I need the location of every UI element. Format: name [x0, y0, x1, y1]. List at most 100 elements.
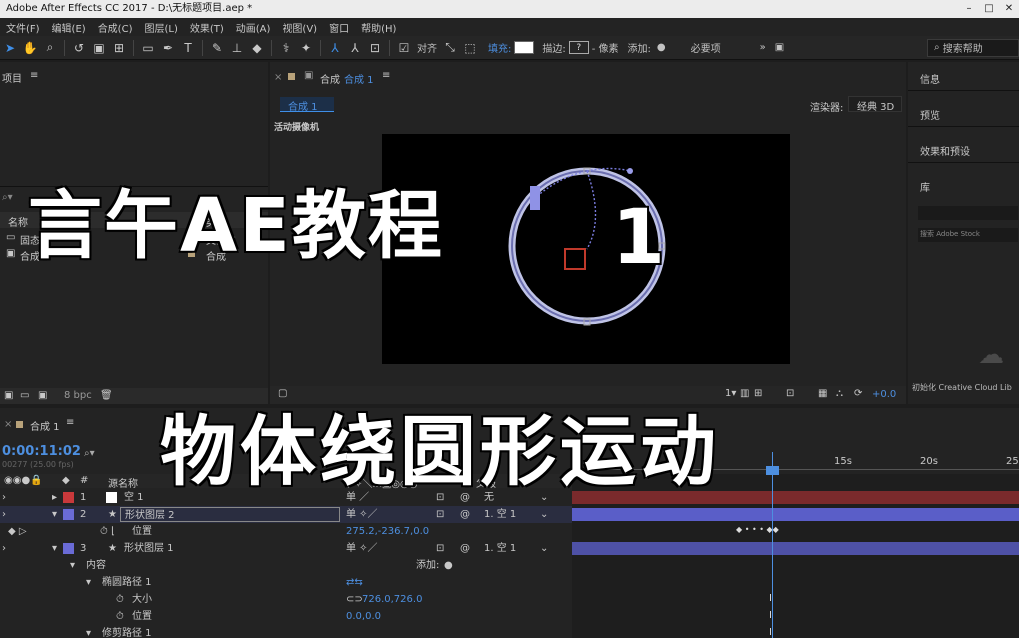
close-icon[interactable]: ✕: [999, 0, 1019, 18]
workspace-label[interactable]: 必要项: [691, 40, 721, 55]
stopwatch-icon[interactable]: ⏱: [116, 591, 124, 608]
timeline-icon[interactable]: ▦: [818, 388, 827, 399]
property-row[interactable]: ▾ 椭圆路径 1 ⇄⇆: [0, 574, 572, 591]
toggle-pixel-icon[interactable]: ▥: [740, 388, 749, 399]
eraser-tool-icon[interactable]: ◆: [247, 38, 267, 58]
menu-window[interactable]: 窗口: [323, 20, 355, 35]
size-value[interactable]: 726.0,726.0: [362, 591, 422, 608]
menu-view[interactable]: 视图(V): [276, 20, 323, 35]
preview-tab[interactable]: 预览: [920, 107, 940, 122]
renderer-dropdown[interactable]: 经典 3D: [848, 96, 902, 113]
null-object-box[interactable]: [564, 248, 586, 270]
layer-bar-shape-1[interactable]: [572, 542, 1019, 555]
snap-checkbox-icon[interactable]: ☑: [394, 38, 414, 58]
layer-row[interactable]: › ▾ 2 ★ 形状图层 2 单 ✧／ ⊡ @ 1. 空 1 ⌄: [0, 506, 572, 523]
more-workspaces-icon[interactable]: »: [760, 42, 766, 53]
property-row[interactable]: ▾ 内容 添加: ●: [0, 557, 572, 574]
layer-row[interactable]: › ▾ 3 ★ 形状图层 1 单 ✧／ ⊡ @ 1. 空 1 ⌄: [0, 540, 572, 557]
layer-switches-icon[interactable]: 单 ✧／: [346, 540, 378, 557]
constrain-icon[interactable]: ⊂⊃: [346, 591, 363, 608]
layer-name[interactable]: 形状图层 1: [124, 540, 174, 557]
exposure-value[interactable]: +0.0: [872, 389, 896, 400]
view-layout-icon[interactable]: 1▾: [725, 388, 736, 399]
zoom-tool-icon[interactable]: ⌕: [40, 38, 60, 58]
exposure-icon[interactable]: ⟳: [854, 388, 862, 399]
collapse-arrow-icon[interactable]: ▾: [52, 540, 57, 557]
puppet-pin-tool-icon[interactable]: ✦: [296, 38, 316, 58]
collapse-arrow-icon[interactable]: ▾: [52, 506, 57, 523]
collapse-arrow-icon[interactable]: ▾: [86, 625, 91, 638]
view-axis-icon[interactable]: ⊡: [365, 38, 385, 58]
timeline-tab[interactable]: 合成 1: [30, 418, 60, 433]
rectangle-tool-icon[interactable]: ▭: [138, 38, 158, 58]
collapse-arrow-icon[interactable]: ▾: [86, 574, 91, 591]
fast-preview-icon[interactable]: ⊡: [786, 388, 794, 399]
menu-help[interactable]: 帮助(H): [355, 20, 402, 35]
menu-file[interactable]: 文件(F): [0, 20, 46, 35]
panel-menu-icon[interactable]: ≡: [382, 70, 390, 81]
selection-tool-icon[interactable]: ➤: [0, 38, 20, 58]
maximize-icon[interactable]: □: [979, 0, 999, 18]
keyframe-nav-icon[interactable]: ◆ ▷: [8, 523, 27, 540]
chevron-down-icon[interactable]: ⌄: [540, 540, 548, 557]
minimize-icon[interactable]: –: [959, 0, 979, 18]
rotate-tool-icon[interactable]: ↺: [69, 38, 89, 58]
local-axis-icon[interactable]: ⅄: [325, 38, 345, 58]
position-value[interactable]: 275.2,-236.7,0.0: [346, 523, 429, 540]
text-tool-icon[interactable]: T: [178, 38, 198, 58]
parent-dropdown[interactable]: 1. 空 1: [484, 540, 516, 557]
layer-name[interactable]: 空 1: [124, 489, 144, 506]
property-row[interactable]: ⏱ 位置 0.0,0.0: [0, 608, 572, 625]
comp-tab-name[interactable]: 合成 1: [344, 71, 374, 86]
reset-exposure-icon[interactable]: ⊞: [754, 388, 762, 399]
search-icon[interactable]: ⌕▾: [84, 448, 95, 459]
3d-layer-icon[interactable]: ⊡: [436, 540, 444, 557]
hand-tool-icon[interactable]: ✋: [20, 38, 40, 58]
path-direction-icon[interactable]: ⇄⇆: [346, 574, 363, 591]
column-name[interactable]: 名称: [8, 214, 28, 229]
menu-animation[interactable]: 动画(A): [230, 20, 277, 35]
fill-swatch[interactable]: [514, 41, 535, 54]
parent-dropdown[interactable]: 1. 空 1: [484, 506, 516, 523]
stopwatch-icon[interactable]: ⏱: [116, 608, 124, 625]
interpret-footage-icon[interactable]: ▣: [4, 390, 13, 401]
close-tab-icon[interactable]: ×: [4, 419, 12, 430]
layer-label-color[interactable]: [63, 509, 74, 520]
comp-subtab[interactable]: 合成 1: [280, 97, 334, 113]
camera-tool-icon[interactable]: ▣: [89, 38, 109, 58]
layer-label-color[interactable]: [63, 492, 74, 503]
effects-presets-tab[interactable]: 效果和预设: [920, 143, 970, 158]
delete-icon[interactable]: 🗑: [100, 390, 113, 401]
libraries-tab[interactable]: 库: [920, 179, 930, 194]
playhead[interactable]: [772, 452, 773, 638]
playhead-handle[interactable]: [766, 466, 779, 475]
layer-name-field[interactable]: 形状图层 2: [120, 507, 340, 522]
add-label[interactable]: 添加:: [628, 40, 651, 55]
visibility-icon[interactable]: ›: [2, 540, 6, 557]
property-row[interactable]: ◆ ▷ ⏱ ⌊ 位置 275.2,-236.7,0.0: [0, 523, 572, 540]
panel-menu-icon[interactable]: ≡: [66, 417, 74, 428]
timecode[interactable]: 0:00:11:02: [2, 444, 81, 459]
bpc-label[interactable]: 8 bpc: [64, 390, 92, 401]
sync-icon[interactable]: ▣: [775, 42, 784, 53]
snap-option-icon[interactable]: ⤡: [440, 38, 460, 58]
keyframe-dot[interactable]: [627, 168, 633, 174]
add-label[interactable]: 添加:: [416, 557, 439, 574]
add-icon[interactable]: ●: [444, 557, 453, 574]
pen-tool-icon[interactable]: ✒: [158, 38, 178, 58]
position-value[interactable]: 0.0,0.0: [346, 608, 381, 625]
collapse-arrow-icon[interactable]: ▾: [70, 557, 75, 574]
expand-arrow-icon[interactable]: ▸: [52, 489, 57, 506]
layer-label-color[interactable]: [63, 543, 74, 554]
chevron-down-icon[interactable]: ⌄: [540, 506, 548, 523]
close-tab-icon[interactable]: ×: [274, 72, 282, 83]
snap-edge-icon[interactable]: ⬚: [460, 38, 480, 58]
column-source-name[interactable]: 源名称: [108, 475, 138, 490]
new-folder-icon[interactable]: ▭: [20, 390, 29, 401]
roto-brush-tool-icon[interactable]: ⚕: [276, 38, 296, 58]
property-row[interactable]: ▾ 修剪路径 1: [0, 625, 572, 638]
stopwatch-icon[interactable]: ⏱ ⌊: [100, 523, 115, 540]
add-dropdown-icon[interactable]: ●: [657, 42, 666, 53]
library-dropdown[interactable]: [918, 206, 1018, 220]
menu-edit[interactable]: 编辑(E): [46, 20, 92, 35]
